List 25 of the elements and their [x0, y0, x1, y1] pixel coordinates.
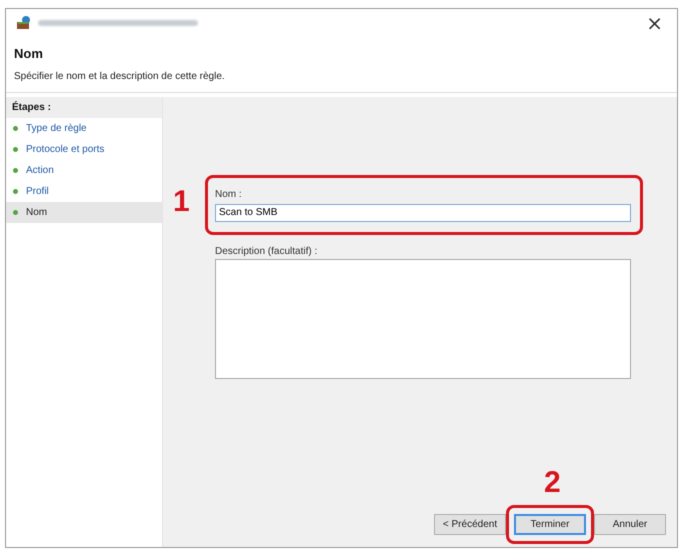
description-label: Description (facultatif) : [215, 246, 318, 256]
dialog-button[interactable]: Terminer [514, 514, 586, 535]
step-link[interactable]: Action [26, 165, 54, 176]
step-dot-icon [13, 147, 18, 152]
steps-heading: Étapes : [6, 97, 162, 118]
step-dot-icon [13, 126, 18, 131]
step-label: Nom [26, 207, 48, 218]
page-subtitle: Spécifier le nom et la description de cette règle. [14, 71, 226, 82]
page-title: Nom [14, 46, 43, 61]
step-item[interactable]: Nom [6, 202, 162, 223]
step-link[interactable]: Profil [26, 186, 49, 197]
name-input[interactable]: Scan to SMB [215, 204, 631, 222]
step-number: 1 [173, 187, 190, 217]
firewall-app-icon [16, 16, 32, 30]
description-input[interactable] [215, 258, 631, 378]
step-number: 2 [544, 468, 561, 498]
dialog-button[interactable]: Annuler [594, 514, 666, 535]
step-link[interactable]: Type de règle [26, 123, 87, 134]
dialog-button[interactable]: < Précédent [434, 514, 506, 535]
step-link[interactable]: Protocole et ports [26, 144, 104, 155]
name-label: Nom : [215, 189, 243, 200]
step-dot-icon [13, 210, 18, 215]
step-dot-icon [13, 168, 18, 173]
step-dot-icon [13, 189, 18, 194]
close-button[interactable]: × [642, 11, 667, 35]
